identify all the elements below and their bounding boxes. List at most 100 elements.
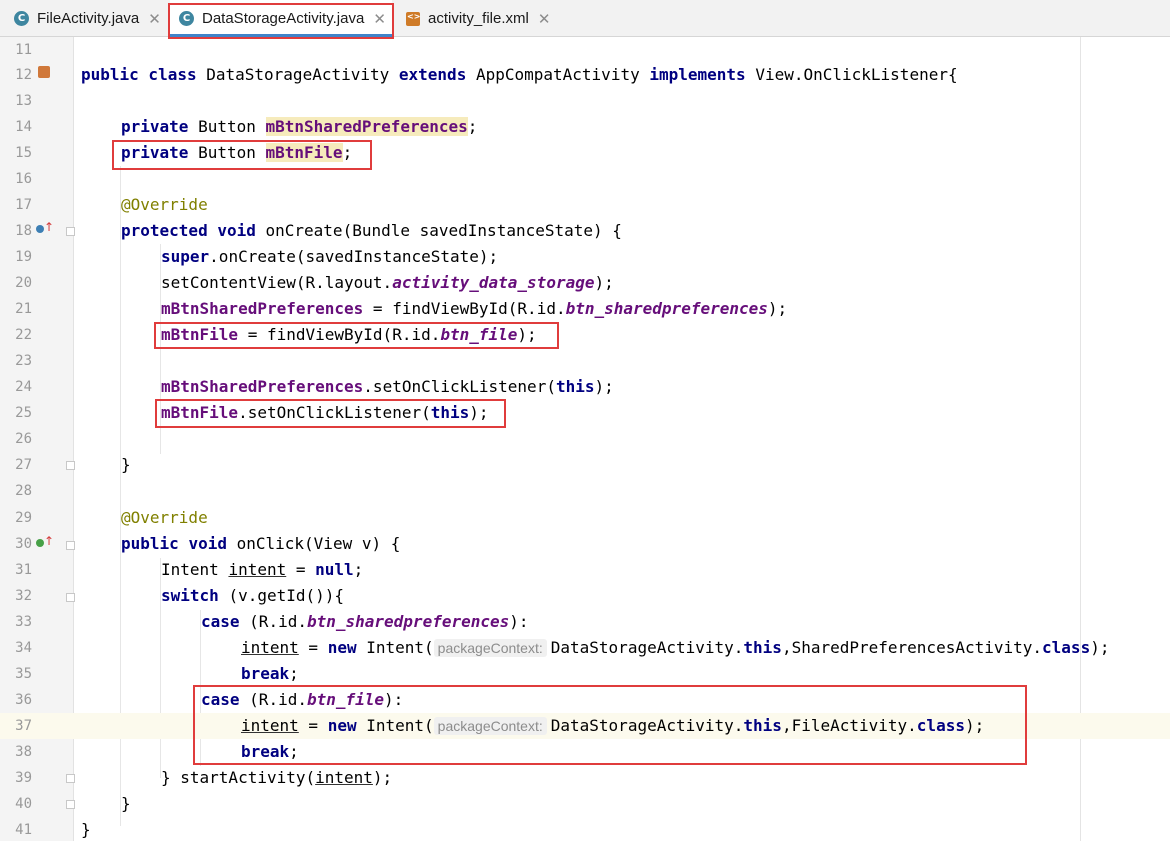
code-line[interactable]: 14 private Button mBtnSharedPreferences; [0,114,1170,140]
code-text: @Override [121,508,208,527]
line-number: 18 [15,223,32,239]
code-line[interactable]: 35 break; [0,661,1170,687]
close-icon[interactable]: ✕ [538,10,551,28]
line-number: 12 [15,67,32,83]
line-number: 13 [15,93,32,109]
code-line[interactable]: 12 public class DataStorageActivity exten… [0,62,1170,88]
line-number: 41 [15,822,32,838]
code-line[interactable]: 13 [0,88,1170,114]
code-line[interactable]: 15 private Button mBtnFile; [0,140,1170,166]
code-text: mBtnSharedPreferences.setOnClickListener… [161,377,614,396]
code-line[interactable]: 36 case (R.id.btn_file): [0,687,1170,713]
code-line[interactable]: 21 mBtnSharedPreferences = findViewById(R… [0,296,1170,322]
code-line[interactable]: 40} [0,791,1170,817]
code-line[interactable]: 19 super.onCreate(savedInstanceState); [0,244,1170,270]
code-line[interactable]: 20 setContentView(R.layout.activity_data_… [0,270,1170,296]
code-text: intent = new Intent(packageContext: DataS… [241,716,985,735]
code-text: } [121,455,131,474]
code-text: Intent intent = null; [161,560,364,579]
code-line[interactable]: 18 protected void onCreate(Bundle savedIn… [0,218,1170,244]
tab-file-activity[interactable]: C FileActivity.java ✕ [14,0,161,37]
code-line[interactable]: 27} [0,452,1170,478]
code-line[interactable]: 25 mBtnFile.setOnClickListener(this); [0,400,1170,426]
line-number: 34 [15,640,32,656]
tab-label: activity_file.xml [428,10,529,27]
line-number: 36 [15,692,32,708]
line-number: 33 [15,614,32,630]
code-text: } [121,794,131,813]
code-text: mBtnSharedPreferences = findViewById(R.i… [161,299,788,318]
code-text: public void onClick(View v) { [121,534,401,553]
code-text: private Button mBtnFile; [121,143,353,162]
close-icon[interactable]: ✕ [373,10,386,28]
code-text: mBtnFile.setOnClickListener(this); [161,403,489,422]
line-number: 17 [15,197,32,213]
code-line[interactable]: 29 @Override [0,505,1170,531]
code-text: setContentView(R.layout.activity_data_st… [161,273,614,292]
line-number: 27 [15,457,32,473]
code-text: switch (v.getId()){ [161,586,345,605]
tab-label: FileActivity.java [37,10,140,27]
code-line[interactable]: 33 case (R.id.btn_sharedpreferences): [0,609,1170,635]
code-line[interactable]: 16 [0,166,1170,192]
code-line[interactable]: 32 switch (v.getId()){ [0,583,1170,609]
code-line[interactable]: 38 break; [0,739,1170,765]
code-text: break; [241,664,299,683]
editor-tab-bar: C FileActivity.java ✕ C DataStorageActiv… [0,0,1170,37]
code-text: super.onCreate(savedInstanceState); [161,247,499,266]
tab-data-storage-activity[interactable]: C DataStorageActivity.java ✕ [170,0,392,37]
code-line[interactable]: 17 @Override [0,192,1170,218]
code-line[interactable]: 34 intent = new Intent(packageContext: Dat… [0,635,1170,661]
line-number: 29 [15,510,32,526]
line-number: 40 [15,796,32,812]
code-text: case (R.id.btn_file): [201,690,404,709]
tab-activity-file-xml[interactable]: activity_file.xml ✕ [396,0,550,37]
line-number: 16 [15,171,32,187]
line-number: 35 [15,666,32,682]
line-number: 11 [15,42,32,58]
code-line[interactable]: 23 [0,348,1170,374]
line-number: 38 [15,744,32,760]
line-number: 30 [15,536,32,552]
line-number: 19 [15,249,32,265]
line-number: 37 [15,718,32,734]
line-number: 24 [15,379,32,395]
parameter-hint: packageContext: [433,639,547,657]
line-number: 14 [15,119,32,135]
code-line[interactable]: 28 [0,478,1170,504]
line-number: 26 [15,431,32,447]
class-icon: C [14,11,29,26]
code-line[interactable]: 22 mBtnFile = findViewById(R.id.btn_file)… [0,322,1170,348]
code-line-current[interactable]: 37 intent = new Intent(packageContext: Dat… [0,713,1170,739]
code-text: case (R.id.btn_sharedpreferences): [201,612,529,631]
line-number: 23 [15,353,32,369]
code-line[interactable]: 11 [0,37,1170,63]
xml-layout-icon [406,11,420,26]
line-number: 15 [15,145,32,161]
line-number: 31 [15,562,32,578]
line-number: 20 [15,275,32,291]
line-number: 25 [15,405,32,421]
parameter-hint: packageContext: [433,717,547,735]
code-line[interactable]: 31 Intent intent = null; [0,557,1170,583]
class-icon: C [179,11,194,26]
line-number: 21 [15,301,32,317]
tab-label: DataStorageActivity.java [202,10,365,27]
code-text: mBtnFile = findViewById(R.id.btn_file); [161,325,537,344]
line-number: 32 [15,588,32,604]
code-text: protected void onCreate(Bundle savedInst… [121,221,622,240]
line-number: 39 [15,770,32,786]
code-line[interactable]: 39 } startActivity(intent); [0,765,1170,791]
code-text: private Button mBtnSharedPreferences; [121,117,478,136]
line-number: 28 [15,483,32,499]
close-icon[interactable]: ✕ [148,10,161,28]
code-line[interactable]: 41} [0,817,1170,843]
code-line[interactable]: 24 mBtnSharedPreferences.setOnClickListen… [0,374,1170,400]
code-line[interactable]: 30 public void onClick(View v) { [0,531,1170,557]
code-text: intent = new Intent(packageContext: DataS… [241,638,1110,657]
code-text: @Override [121,195,208,214]
line-number: 22 [15,327,32,343]
code-text: } startActivity(intent); [161,768,393,787]
code-text: } [81,820,91,839]
code-line[interactable]: 26 [0,426,1170,452]
